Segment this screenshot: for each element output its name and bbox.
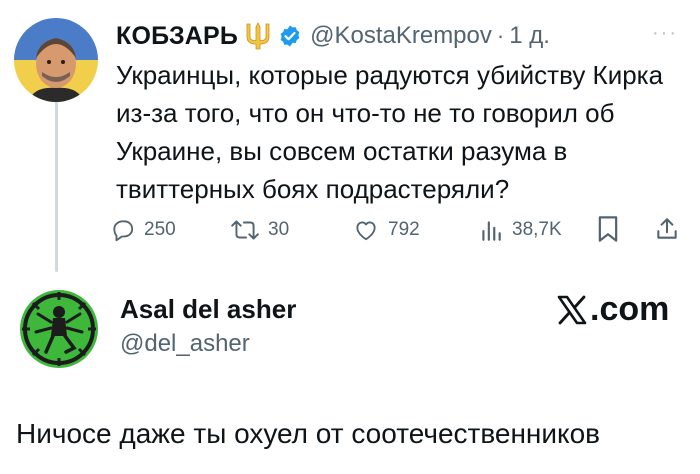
separator-dot: · [496, 23, 505, 48]
retweet-count: 30 [268, 219, 290, 240]
like-icon [356, 221, 376, 241]
reply-author-handle[interactable]: @del_asher [120, 330, 250, 358]
author-name[interactable]: КОБЗАРЬ [116, 22, 238, 51]
views-icon [482, 221, 501, 241]
share-button[interactable] [654, 215, 680, 248]
tweet-header: КОБЗАРЬ @KostaKrempov · 1 д. [116, 18, 550, 54]
author-avatar[interactable] [14, 18, 98, 102]
views-count: 38,7K [512, 219, 562, 240]
verified-badge-icon [278, 24, 302, 48]
reply-button[interactable]: 250 [110, 212, 176, 248]
more-options-icon[interactable]: ··· [652, 22, 678, 45]
author-handle[interactable]: @KostaKrempov [310, 22, 492, 50]
reply-author-name[interactable]: Asal del asher [120, 294, 296, 325]
bookmark-button[interactable] [596, 215, 620, 248]
reply-count: 250 [144, 219, 176, 240]
reply-author-avatar[interactable] [20, 290, 98, 368]
bookmark-icon [598, 216, 618, 242]
retweet-icon [231, 220, 259, 240]
tweet-actions-bar: 250 30 792 38,7K [110, 212, 685, 248]
views-button[interactable]: 38,7K [478, 212, 562, 248]
x-com-suffix: .com [590, 290, 670, 328]
tweet-timestamp[interactable]: 1 д. [509, 22, 550, 50]
reply-text: Ничосе даже ты охуел от соотечественнико… [16, 418, 601, 449]
x-logo-icon [557, 295, 587, 324]
tweet-text: Украинцы, которые радуются убийству Кирк… [116, 60, 664, 204]
retweet-button[interactable]: 30 [230, 212, 289, 248]
x-com-logo: .com [556, 290, 669, 329]
like-count: 792 [388, 219, 420, 240]
share-icon [657, 218, 677, 239]
like-button[interactable]: 792 [352, 212, 420, 248]
reply-icon [113, 220, 134, 242]
trident-icon [244, 21, 272, 51]
thread-connector-line [55, 92, 58, 272]
